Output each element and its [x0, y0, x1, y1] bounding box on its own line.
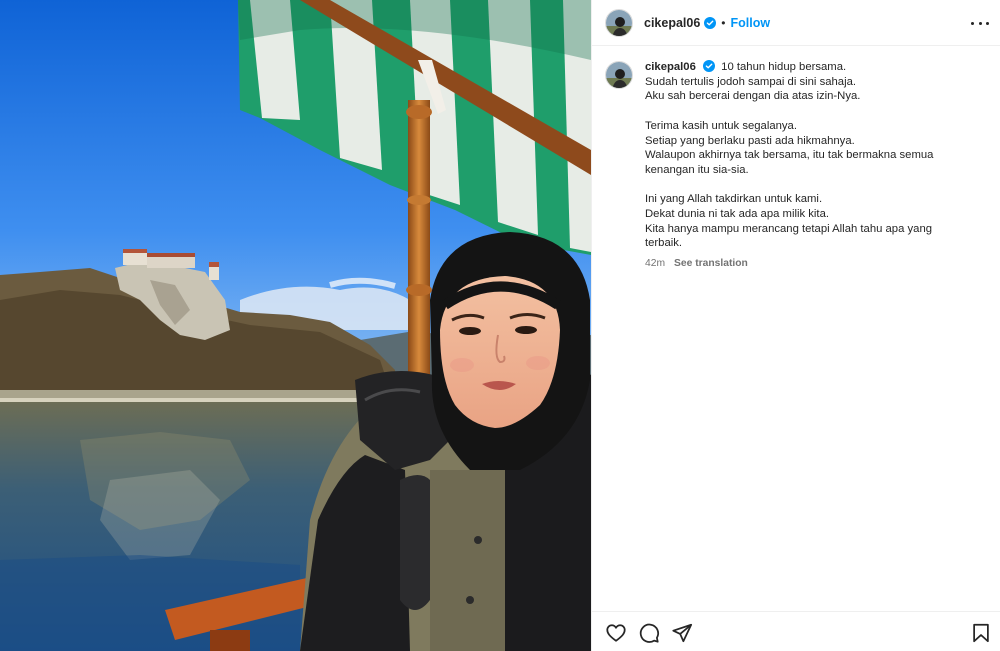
separator-dot: •: [721, 15, 726, 30]
caption-line: Terima kasih untuk segalanya.: [645, 119, 797, 132]
post-timestamp[interactable]: 42m: [645, 258, 665, 269]
caption-line: kenangan itu sia-sia.: [645, 163, 749, 176]
caption-line: Kita hanya mampu merancang tetapi Allah …: [645, 222, 933, 235]
see-translation-button[interactable]: See translation: [674, 258, 748, 269]
comment-icon[interactable]: [638, 622, 660, 644]
post-photo-scene: [0, 0, 591, 651]
caption-text: cikepal06 10 tahun hidup bersama. Sudah …: [645, 60, 933, 272]
caption-paragraph-gap: [645, 178, 933, 193]
post-actions-bar: [592, 611, 1000, 651]
caption-paragraph-gap: [645, 104, 933, 119]
caption-username[interactable]: cikepal06: [645, 61, 696, 73]
post-caption: cikepal06 10 tahun hidup bersama. Sudah …: [605, 60, 990, 272]
caption-line: Setiap yang berlaku pasti ada hikmahnya.: [645, 134, 855, 147]
post-photo[interactable]: [0, 0, 591, 651]
bookmark-icon[interactable]: [970, 622, 992, 644]
caption-line: Aku sah bercerai dengan dia atas izin-Ny…: [645, 90, 861, 103]
caption-meta: 42m See translation: [645, 257, 933, 272]
post-side-panel: cikepal06 • Follow cikepal06 10 tahun hi…: [591, 0, 1000, 651]
share-icon[interactable]: [671, 622, 693, 644]
caption-line: Ini yang Allah takdirkan untuk kami.: [645, 193, 823, 206]
caption-avatar[interactable]: [605, 61, 633, 89]
caption-line: terbaik.: [645, 237, 683, 250]
caption-line: 10 tahun hidup bersama.: [721, 61, 847, 73]
more-options-icon[interactable]: [971, 14, 989, 32]
caption-line: Sudah tertulis jodoh sampai di sini saha…: [645, 75, 857, 88]
post-header: cikepal06 • Follow: [592, 0, 1000, 46]
caption-first-line: cikepal06 10 tahun hidup bersama.: [645, 60, 933, 75]
caption-line: Dekat dunia ni tak ada apa milik kita.: [645, 208, 829, 220]
heart-icon[interactable]: [605, 622, 627, 644]
caption-line: Walaupon akhirnya tak bersama, itu tak b…: [645, 149, 934, 162]
verified-badge-icon: [703, 60, 716, 72]
verified-badge-icon: [704, 16, 717, 29]
username-link[interactable]: cikepal06: [644, 16, 700, 30]
avatar[interactable]: [605, 8, 633, 37]
follow-button[interactable]: Follow: [731, 16, 771, 30]
